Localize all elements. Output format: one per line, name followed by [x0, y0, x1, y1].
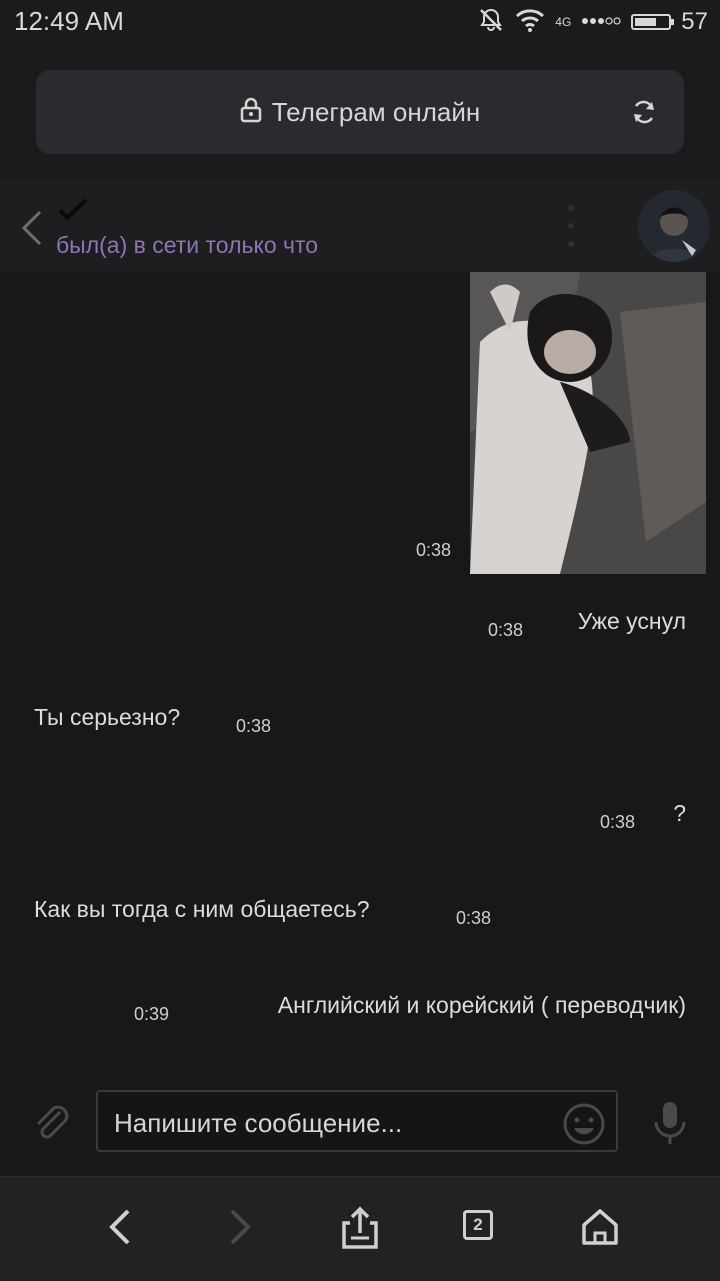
message-in: Как вы тогда с ним общаетесь? [34, 896, 370, 923]
clock: 12:49 AM [14, 6, 124, 36]
tabs-icon[interactable]: 2 [456, 1203, 504, 1251]
chat-header: был(а) в сети только что [0, 180, 720, 272]
message-time: 0:39 [134, 1004, 170, 1024]
message-text: Уже уснул [577, 608, 686, 634]
message-time: 0:38 [488, 620, 524, 640]
message-text: Английский и корейский ( переводчик) [277, 992, 686, 1018]
microphone-icon[interactable] [652, 1100, 688, 1153]
battery-percent: 57 [681, 8, 708, 35]
message-text: ? [673, 800, 686, 826]
status-icons: 4G 57 [477, 6, 708, 38]
message-in: Ты серьезно? [34, 704, 180, 731]
lock-icon [240, 97, 262, 128]
browser-bottom-nav: 2 [0, 1176, 720, 1281]
message-time: 0:38 [456, 908, 492, 928]
wifi-icon [515, 8, 545, 37]
back-chevron-icon[interactable] [18, 208, 44, 253]
mute-icon [477, 6, 505, 39]
message-out: ? [673, 800, 686, 827]
network-type: 4G [555, 15, 572, 29]
share-icon[interactable] [336, 1203, 384, 1251]
reload-icon[interactable] [630, 98, 658, 131]
contact-status: был(а) в сети только что [56, 232, 319, 258]
checkmark-icon [58, 198, 88, 227]
status-bar: 12:49 AM 4G 57 [0, 0, 720, 44]
browser-toolbar: Телеграм онлайн [0, 44, 720, 180]
paperclip-icon[interactable] [30, 1096, 70, 1149]
message-time: 0:38 [236, 716, 272, 736]
battery-icon [631, 14, 675, 30]
home-icon[interactable] [576, 1203, 624, 1251]
message-time: 0:38 [416, 540, 452, 560]
battery-fill [635, 18, 656, 26]
message-time: 0:38 [600, 812, 636, 832]
signal-icon [581, 13, 621, 31]
message-out: Уже уснул [578, 608, 686, 635]
message-text: Как вы тогда с ним общаетесь? [34, 896, 370, 922]
photo-message[interactable] [470, 272, 706, 574]
avatar[interactable] [638, 190, 710, 262]
message-out: Английский и корейский ( переводчик) [278, 992, 686, 1019]
message-text: Ты серьезно? [34, 704, 181, 730]
emoji-icon[interactable] [562, 1102, 606, 1151]
address-bar[interactable]: Телеграм онлайн [36, 70, 684, 154]
message-input[interactable] [112, 1100, 556, 1146]
page-title: Телеграм онлайн [271, 96, 481, 127]
more-menu-icon[interactable] [566, 202, 576, 257]
tab-count: 2 [463, 1210, 493, 1240]
compose-bar [0, 1072, 720, 1176]
forward-icon[interactable] [216, 1203, 264, 1251]
message-input-box [96, 1090, 618, 1152]
back-icon[interactable] [96, 1203, 144, 1251]
